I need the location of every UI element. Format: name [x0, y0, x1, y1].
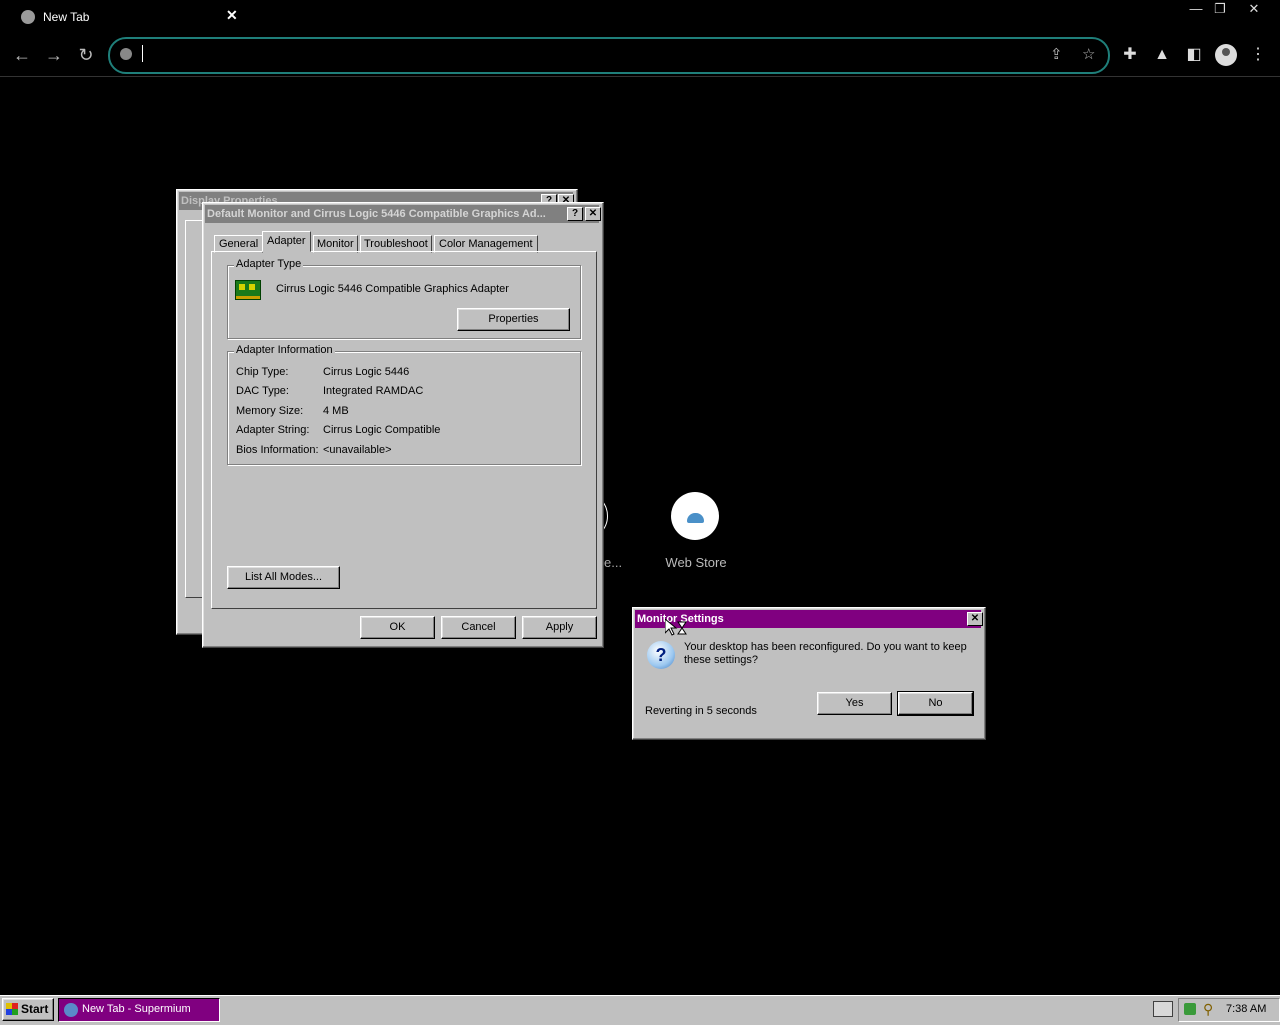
browser-tab[interactable]: New Tab ✕: [8, 4, 244, 30]
site-info-icon[interactable]: [120, 48, 132, 60]
bios-information-value: <unavailable>: [323, 444, 392, 456]
busy-cursor-icon: [665, 619, 687, 636]
no-button[interactable]: No: [897, 691, 974, 716]
taskbar-task-label: New Tab - Supermium: [82, 1003, 191, 1015]
extensions-puzzle-icon[interactable]: ✚: [1119, 44, 1141, 66]
adapter-properties-dialog[interactable]: Default Monitor and Cirrus Logic 5446 Co…: [202, 202, 604, 648]
shortcut-partial-label[interactable]: e...: [604, 555, 622, 570]
adapter-type-group: Adapter Type Cirrus Logic 5446 Compatibl…: [227, 258, 581, 339]
yes-button[interactable]: Yes: [817, 692, 892, 715]
menu-kebab-icon[interactable]: ⋮: [1247, 44, 1269, 66]
clock[interactable]: 7:38 AM: [1226, 1003, 1266, 1015]
side-panel-icon[interactable]: ◧: [1183, 44, 1205, 66]
ok-button[interactable]: OK: [360, 616, 435, 639]
web-store-icon: [687, 513, 704, 523]
tab-title: New Tab: [43, 10, 90, 24]
bookmark-star-icon[interactable]: ☆: [1082, 45, 1095, 63]
taskbar: Start New Tab - Supermium ⚲ 7:38 AM: [0, 995, 1280, 1025]
dac-type-label: DAC Type:: [236, 385, 289, 397]
start-button[interactable]: Start: [2, 998, 54, 1021]
labs-flask-icon[interactable]: ▲: [1151, 44, 1173, 66]
apply-button[interactable]: Apply: [522, 616, 597, 639]
adapter-information-label: Adapter Information: [234, 344, 335, 356]
reload-icon[interactable]: ↻: [75, 44, 97, 66]
adapter-string-label: Adapter String:: [236, 424, 310, 436]
address-bar[interactable]: ⇪ ☆: [108, 37, 1110, 74]
adapter-name: Cirrus Logic 5446 Compatible Graphics Ad…: [276, 283, 509, 295]
question-icon: ?: [647, 641, 675, 669]
memory-size-label: Memory Size:: [236, 405, 304, 417]
web-store-label[interactable]: Web Store: [646, 555, 746, 570]
profile-avatar-icon[interactable]: [1215, 44, 1237, 66]
tab-close-icon[interactable]: ✕: [226, 7, 238, 24]
monitor-settings-close-button[interactable]: ✕: [967, 612, 983, 626]
window-close-button[interactable]: ✕: [1240, 0, 1268, 18]
adapter-dialog-titlebar[interactable]: Default Monitor and Cirrus Logic 5446 Co…: [205, 205, 601, 223]
globe-icon: [21, 10, 35, 24]
network-icon[interactable]: [1184, 1003, 1196, 1015]
keyboard-icon[interactable]: [1153, 1001, 1173, 1017]
reconfigured-message: Your desktop has been reconfigured. Do y…: [684, 641, 967, 666]
system-tray: ⚲ 7:38 AM: [1178, 998, 1280, 1022]
properties-button[interactable]: Properties: [457, 308, 570, 331]
web-store-shortcut[interactable]: [671, 492, 719, 540]
share-icon[interactable]: ⇪: [1050, 45, 1063, 63]
adapter-tab-panel: Adapter Type Cirrus Logic 5446 Compatibl…: [211, 251, 597, 609]
graphics-card-icon: [235, 280, 261, 300]
adapter-dialog-title: Default Monitor and Cirrus Logic 5446 Co…: [207, 208, 546, 220]
restore-button[interactable]: ❐: [1206, 0, 1234, 18]
countdown-text: Reverting in 5 seconds: [645, 705, 757, 717]
adapter-information-group: Adapter Information Chip Type: Cirrus Lo…: [227, 344, 581, 465]
adapter-help-button[interactable]: ?: [567, 207, 583, 221]
search-magnifier-icon[interactable]: ⚲: [1203, 1001, 1213, 1018]
text-caret: [142, 45, 143, 62]
adapter-type-label: Adapter Type: [234, 258, 304, 270]
cancel-button[interactable]: Cancel: [441, 616, 516, 639]
adapter-string-value: Cirrus Logic Compatible: [323, 424, 441, 436]
chip-type-value: Cirrus Logic 5446: [323, 366, 410, 378]
back-arrow-icon[interactable]: ←: [11, 44, 33, 66]
tab-adapter[interactable]: Adapter: [262, 231, 311, 252]
taskbar-task-button[interactable]: New Tab - Supermium: [58, 998, 220, 1022]
chip-type-label: Chip Type:: [236, 366, 289, 378]
dac-type-value: Integrated RAMDAC: [323, 385, 424, 397]
adapter-close-button[interactable]: ✕: [585, 207, 601, 221]
browser-task-icon: [64, 1003, 78, 1017]
list-all-modes-button[interactable]: List All Modes...: [227, 566, 340, 589]
start-label: Start: [21, 1002, 49, 1016]
bios-information-label: Bios Information:: [236, 444, 319, 456]
windows-logo-icon: [6, 1003, 18, 1015]
forward-arrow-icon[interactable]: →: [43, 44, 65, 66]
memory-size-value: 4 MB: [323, 405, 349, 417]
